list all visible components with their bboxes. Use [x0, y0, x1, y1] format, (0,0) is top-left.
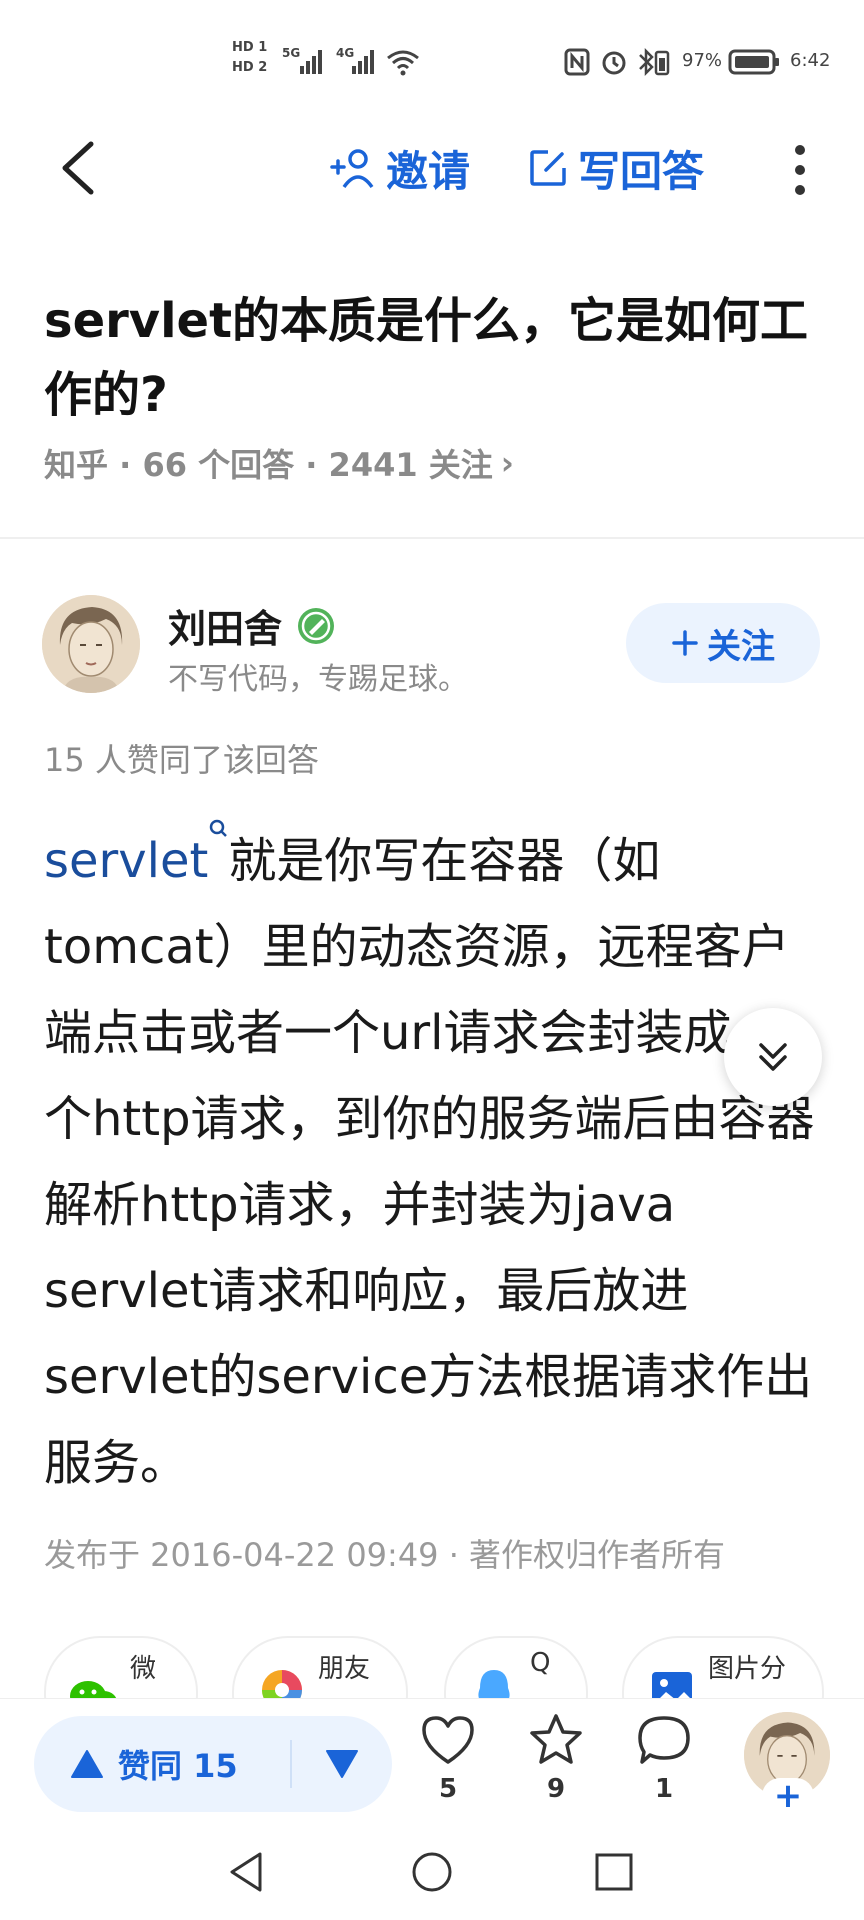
question-meta[interactable]: 知乎 · 66 个回答 · 2441 关注 › — [44, 440, 514, 486]
status-bar: HD 1 HD 2 5G 4G 97% 6:42 — [0, 0, 864, 120]
comment-count: 1 — [654, 1774, 674, 1804]
divider — [0, 537, 864, 539]
upvote-button[interactable]: 赞同 15 — [34, 1741, 290, 1787]
image-share-icon — [652, 1672, 692, 1698]
share-wechat[interactable]: 微 — [44, 1636, 198, 1698]
bluetooth-icon — [639, 47, 670, 77]
nfc-icon — [564, 48, 590, 76]
dual-sim-indicator: HD 1 HD 2 — [232, 38, 267, 78]
battery-icon — [728, 49, 779, 75]
nav-home-icon[interactable] — [410, 1850, 454, 1894]
favorite-button[interactable]: 9 — [520, 1712, 592, 1812]
portrait-icon — [42, 595, 140, 693]
heart-icon — [422, 1716, 474, 1764]
share-image-label: 图片分 — [708, 1654, 787, 1684]
author-avatar[interactable] — [42, 595, 140, 693]
nav-back-icon[interactable] — [226, 1850, 266, 1894]
share-moments[interactable]: 朋友 — [232, 1636, 408, 1698]
author-name-row[interactable]: 刘田舍 — [168, 598, 336, 653]
verified-badge-icon — [298, 607, 335, 644]
question-title[interactable]: servlet的本质是什么，它是如何工作的? — [44, 284, 824, 432]
wechat-icon — [70, 1681, 117, 1698]
nav-recents-icon[interactable] — [594, 1852, 634, 1892]
share-image[interactable]: 图片分 — [622, 1636, 824, 1698]
plus-icon — [672, 630, 698, 656]
share-row: 微 朋友 Q 图片分 — [0, 1636, 864, 1698]
invite-label: 邀请 — [386, 146, 471, 196]
wifi-icon — [387, 50, 419, 76]
next-answer-button[interactable] — [724, 1008, 822, 1106]
qq-icon — [478, 1670, 510, 1698]
create-plus-button[interactable]: + — [762, 1776, 814, 1816]
hd1-label: HD 1 — [232, 40, 268, 55]
share-qq[interactable]: Q — [444, 1636, 588, 1698]
like-button[interactable]: 5 — [412, 1712, 484, 1812]
follow-label: 关注 — [707, 626, 775, 667]
keyword-link[interactable]: servlet — [44, 819, 228, 889]
signal-2-icon — [352, 48, 374, 74]
signal-1-icon — [300, 48, 322, 74]
follow-button[interactable]: 关注 — [626, 603, 820, 683]
invite-user-icon — [330, 149, 374, 189]
network-1-label: 5G — [282, 46, 301, 60]
hd2-label: HD 2 — [232, 60, 268, 75]
moments-icon — [262, 1670, 302, 1698]
chevron-right-icon: › — [500, 444, 514, 482]
alarm-icon — [602, 51, 626, 75]
system-nav-bar — [0, 1830, 864, 1920]
answer-content[interactable]: servlet 就是你写在容器（如tomcat）里的动态资源，远程客户端点击或者一… — [44, 818, 824, 1506]
write-answer-button[interactable]: 写回答 — [528, 140, 704, 196]
like-count: 5 — [438, 1774, 458, 1804]
battery-percent: 97% — [682, 50, 723, 71]
edit-icon — [530, 150, 566, 186]
write-answer-label: 写回答 — [578, 146, 705, 196]
vote-control: 赞同 15 — [34, 1716, 392, 1812]
author-name: 刘田舍 — [168, 607, 283, 651]
downvote-button[interactable] — [292, 1749, 392, 1779]
triangle-down-icon — [326, 1750, 358, 1778]
star-icon — [530, 1714, 582, 1764]
comment-bubble-icon — [638, 1716, 690, 1764]
keyword-text: servlet — [44, 833, 209, 889]
double-chevron-down-icon — [759, 1043, 787, 1071]
author-bio: 不写代码，专踢足球。 — [168, 662, 468, 697]
clock: 6:42 — [790, 50, 831, 71]
favorite-count: 9 — [546, 1774, 566, 1804]
agree-count-text: 15 人赞同了该回答 — [44, 741, 319, 779]
more-options-icon[interactable] — [790, 145, 810, 195]
triangle-up-icon — [71, 1750, 103, 1778]
comment-button[interactable]: 1 — [628, 1712, 700, 1812]
upvote-label: 赞同 15 — [118, 1747, 238, 1785]
invite-button[interactable]: 邀请 — [330, 140, 470, 196]
share-qq-label: Q — [530, 1648, 551, 1678]
share-moments-label: 朋友 — [318, 1654, 371, 1684]
publish-info: 发布于 2016-04-22 09:49 · 著作权归作者所有 — [44, 1536, 726, 1574]
question-meta-text: 知乎 · 66 个回答 · 2441 关注 — [44, 446, 493, 484]
share-wechat-label: 微 — [130, 1654, 157, 1684]
search-icon — [210, 819, 228, 837]
answer-body: 就是你写在容器（如tomcat）里的动态资源，远程客户端点击或者一个url请求会… — [44, 833, 815, 1491]
back-arrow-icon[interactable] — [55, 138, 99, 198]
